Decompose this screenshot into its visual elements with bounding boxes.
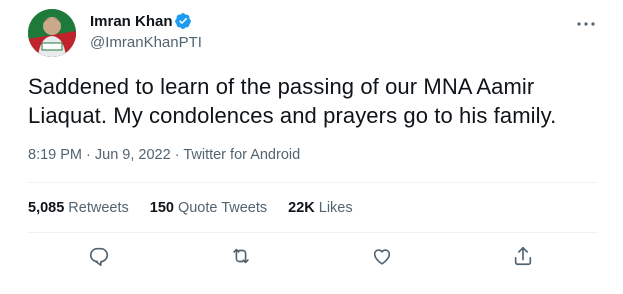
retweets-count: 5,085 — [28, 200, 65, 216]
likes-count: 22K — [288, 200, 315, 216]
divider — [28, 232, 598, 233]
tweet-meta: 8:19 PM · Jun 9, 2022 · Twitter for Andr… — [28, 146, 300, 164]
author-name[interactable]: Imran Khan — [90, 12, 173, 31]
retweet-icon[interactable] — [230, 245, 252, 267]
divider — [28, 182, 598, 183]
tweet-date[interactable]: Jun 9, 2022 — [95, 147, 171, 163]
retweets-label: Retweets — [68, 200, 129, 216]
share-icon[interactable] — [512, 245, 534, 267]
meta-separator: · — [82, 147, 95, 163]
meta-separator: · — [170, 147, 184, 163]
tweet-actions — [0, 245, 623, 271]
likes-stat[interactable]: 22K Likes — [288, 199, 352, 217]
more-options-icon[interactable] — [574, 12, 598, 36]
tweet-card: Imran Khan @ImranKhanPTI Saddened to lea… — [0, 0, 623, 294]
quote-tweets-count: 150 — [149, 200, 174, 216]
tweet-source[interactable]: Twitter for Android — [183, 147, 300, 163]
likes-label: Likes — [318, 200, 353, 216]
tweet-stats: 5,085 Retweets 150 Quote Tweets 22K Likes — [28, 199, 353, 217]
retweets-stat[interactable]: 5,085 Retweets — [28, 199, 129, 217]
verified-badge-icon — [175, 13, 191, 29]
tweet-text: Saddened to learn of the passing of our … — [28, 74, 557, 128]
tweet-time[interactable]: 8:19 PM — [28, 147, 82, 163]
avatar[interactable] — [28, 9, 76, 57]
quote-tweets-label: Quote Tweets — [177, 200, 268, 216]
quote-tweets-stat[interactable]: 150 Quote Tweets — [150, 199, 267, 217]
author-handle[interactable]: @ImranKhanPTI — [90, 33, 202, 52]
reply-icon[interactable] — [88, 245, 110, 267]
like-icon[interactable] — [371, 245, 393, 267]
